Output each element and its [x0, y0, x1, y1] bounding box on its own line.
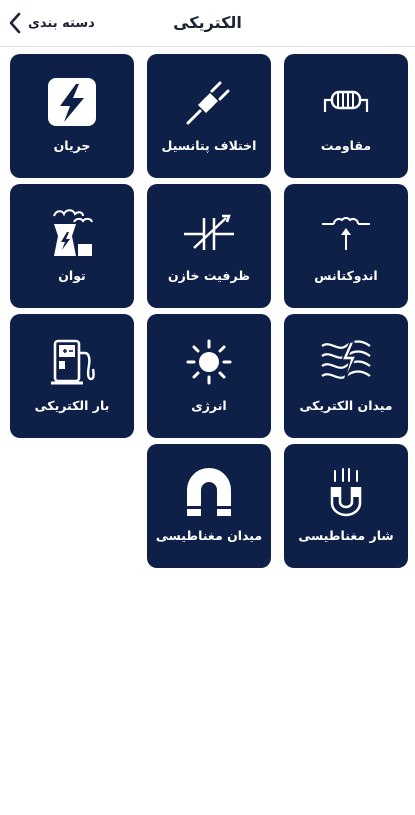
tile-label: ظرفیت خازن — [168, 268, 250, 283]
electric-field-icon — [284, 336, 408, 388]
inductor-icon — [284, 206, 408, 258]
tile-label: شار مغناطیسی — [298, 528, 394, 543]
tile-capacitance[interactable]: ظرفیت خازن — [147, 184, 271, 308]
tile-resistance[interactable]: مقاومت — [284, 54, 408, 178]
tile-energy[interactable]: انرژی — [147, 314, 271, 438]
tile-inductance[interactable]: اندوکتانس — [284, 184, 408, 308]
tile-label: اختلاف پتانسیل — [161, 138, 257, 153]
tile-label: توان — [58, 268, 86, 283]
chevron-left-icon — [8, 12, 22, 34]
tile-label: انرژی — [191, 398, 227, 413]
charging-station-icon — [10, 336, 134, 388]
tile-electric-field[interactable]: میدان الکتریکی — [284, 314, 408, 438]
tile-label: اندوکتانس — [314, 268, 378, 283]
header-bar: الکتریکی دسته بندی — [0, 0, 415, 47]
category-grid: مقاومت اختلاف پتانسیل جریان اندوکتانس ظر… — [8, 54, 408, 568]
variable-capacitor-icon — [147, 206, 271, 258]
lightning-icon — [10, 76, 134, 128]
resistor-icon — [284, 76, 408, 128]
tile-current[interactable]: جریان — [10, 54, 134, 178]
sun-icon — [147, 336, 271, 388]
tile-label: جریان — [53, 138, 91, 153]
plug-icon — [147, 76, 271, 128]
tile-electric-charge[interactable]: بار الکتریکی — [10, 314, 134, 438]
power-plant-icon — [10, 206, 134, 258]
tile-power[interactable]: توان — [10, 184, 134, 308]
tile-label: میدان مغناطیسی — [155, 528, 263, 543]
tile-label: بار الکتریکی — [34, 398, 110, 413]
tile-label: میدان الکتریکی — [299, 398, 393, 413]
tile-magnetic-flux[interactable]: شار مغناطیسی — [284, 444, 408, 568]
tile-potential-difference[interactable]: اختلاف پتانسیل — [147, 54, 271, 178]
back-button[interactable]: دسته بندی — [8, 10, 95, 36]
tile-label: مقاومت — [320, 138, 372, 153]
magnet-icon — [147, 466, 271, 518]
tile-magnetic-field[interactable]: میدان مغناطیسی — [147, 444, 271, 568]
back-label: دسته بندی — [28, 15, 95, 31]
magnetic-flux-icon — [284, 466, 408, 518]
